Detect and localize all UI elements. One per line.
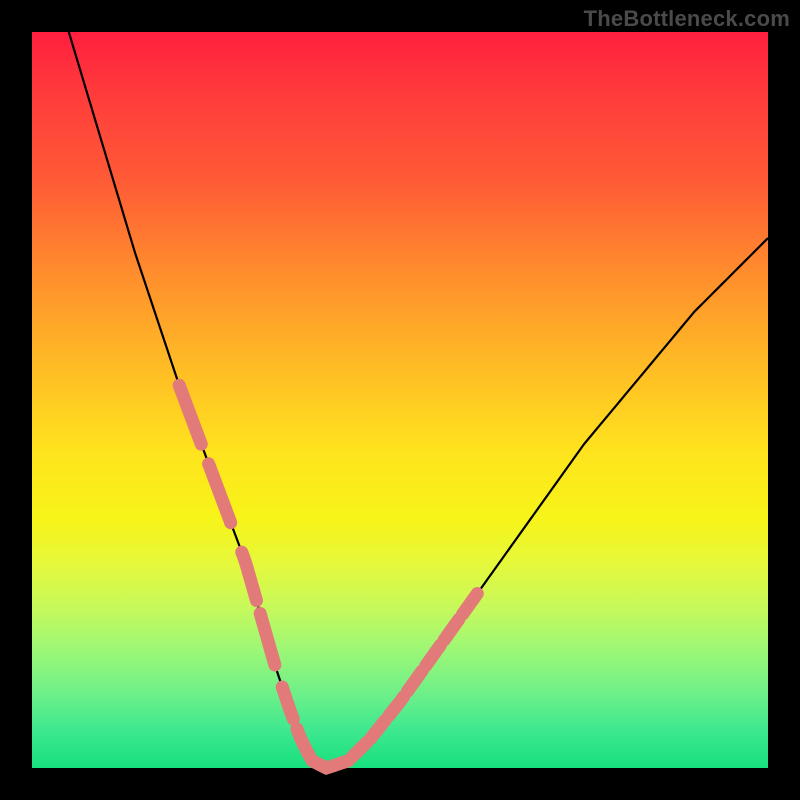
- watermark-text: TheBottleneck.com: [584, 6, 790, 32]
- dash-segment: [371, 720, 386, 738]
- dash-segment-bottom: [308, 753, 334, 767]
- curve-svg: [32, 32, 768, 768]
- dash-segment: [242, 552, 257, 600]
- dash-segment: [352, 742, 367, 757]
- dash-segment: [179, 385, 201, 444]
- chart-container: TheBottleneck.com: [0, 0, 800, 800]
- dash-segment: [444, 619, 459, 640]
- dash-segment: [389, 697, 404, 716]
- dash-segment: [426, 645, 441, 666]
- dash-segment: [209, 464, 231, 523]
- curve-group: [69, 32, 768, 768]
- dash-segment: [260, 613, 275, 665]
- plot-area: [32, 32, 768, 768]
- dash-group: [179, 385, 477, 768]
- dash-segment: [463, 594, 478, 615]
- bottleneck-curve: [69, 32, 768, 768]
- dash-segment: [407, 671, 422, 692]
- dash-segment: [282, 687, 293, 719]
